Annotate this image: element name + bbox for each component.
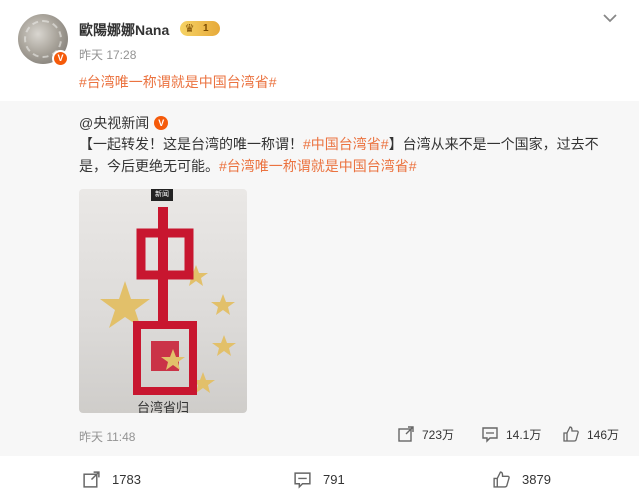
original-author-name[interactable]: @央视新闻 <box>79 113 149 133</box>
comment-button[interactable]: 791 <box>293 470 345 489</box>
hashtag-link[interactable]: #台湾唯一称谓就是中国台湾省# <box>219 158 417 174</box>
repost-count: 723万 <box>422 427 455 442</box>
verified-v-icon: V <box>52 50 69 67</box>
post-image[interactable]: 新闻 台湾省归 <box>79 189 247 413</box>
image-caption: 台湾省归 <box>137 400 189 413</box>
original-author[interactable]: @央视新闻 V <box>79 113 169 133</box>
repost-text-part1: 【一起转发！这是台湾的唯一称谓！ <box>79 136 303 152</box>
original-like-button[interactable]: 146万 <box>562 425 619 443</box>
thumbs-up-icon <box>493 471 510 488</box>
original-repost-button[interactable]: 723万 <box>397 425 454 443</box>
like-button[interactable]: 3879 <box>492 470 551 489</box>
reposted-content: @央视新闻 V 【一起转发！这是台湾的唯一称谓！#中国台湾省#】台湾从来不是一个… <box>0 101 639 456</box>
verified-v-icon: V <box>154 116 169 130</box>
hashtag-link[interactable]: #台湾唯一称谓就是中国台湾省# <box>79 72 277 92</box>
repost-count: 1783 <box>112 472 141 487</box>
username[interactable]: 歐陽娜娜Nana <box>79 20 169 40</box>
comment-icon <box>294 472 311 489</box>
like-count: 146万 <box>587 427 620 442</box>
crown-icon: ♛ <box>184 22 195 35</box>
share-icon <box>83 471 100 488</box>
original-comment-button[interactable]: 14.1万 <box>481 425 541 443</box>
like-count: 3879 <box>522 472 551 487</box>
chevron-down-icon[interactable] <box>602 12 618 24</box>
member-level-badge[interactable]: ♛ 1 <box>180 21 220 36</box>
share-icon <box>398 426 414 442</box>
china-calligraphy-artwork: 台湾省归 <box>100 207 236 413</box>
weibo-post-card: V 歐陽娜娜Nana ♛ 1 昨天 17:28 #台湾唯一称谓就是中国台湾省# … <box>0 0 639 497</box>
thumbs-up-icon <box>563 426 579 442</box>
comment-count: 791 <box>323 472 345 487</box>
comment-icon <box>482 427 498 443</box>
repost-text: 【一起转发！这是台湾的唯一称谓！#中国台湾省#】台湾从来不是一个国家，过去不是，… <box>79 133 619 177</box>
original-post-time[interactable]: 昨天 11:48 <box>79 428 135 445</box>
comment-count: 14.1万 <box>506 427 542 442</box>
level-number: 1 <box>203 23 209 34</box>
hashtag-link[interactable]: #中国台湾省# <box>303 136 389 152</box>
repost-button[interactable]: 1783 <box>82 470 141 489</box>
post-time[interactable]: 昨天 17:28 <box>79 46 136 63</box>
